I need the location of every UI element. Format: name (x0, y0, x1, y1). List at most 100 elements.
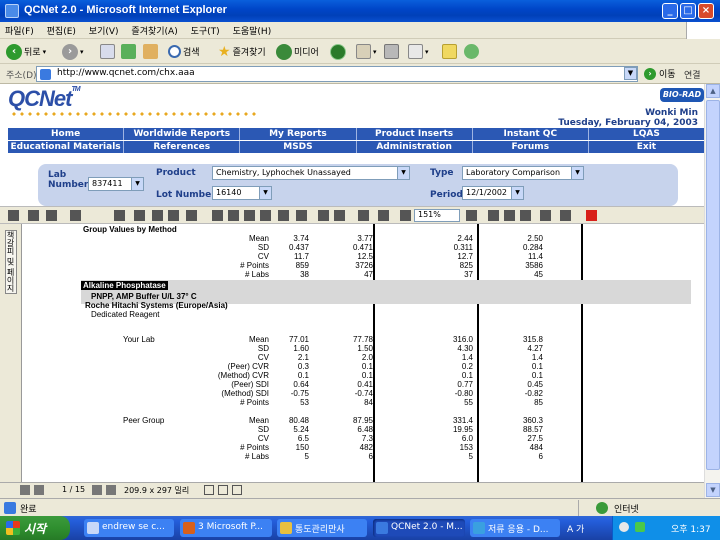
back-view-icon[interactable] (278, 210, 289, 221)
maximize-button[interactable]: □ (680, 3, 696, 19)
scroll-down-icon[interactable]: ▼ (706, 483, 720, 497)
page-indicator[interactable]: 1 / 15 (62, 485, 85, 494)
nav-references[interactable]: References (124, 141, 241, 153)
zoom-in-icon[interactable] (466, 210, 477, 221)
nav-educational-materials[interactable]: Educational Materials (8, 141, 125, 153)
facing-icon[interactable] (232, 485, 242, 495)
bookmarks-tab[interactable]: 책갈피 및 페이지 (5, 230, 17, 294)
forward-view-icon[interactable] (296, 210, 307, 221)
mail-button[interactable]: ▾ (356, 42, 377, 61)
bookmark-panel-icon[interactable] (186, 210, 197, 221)
last-page-icon[interactable] (106, 485, 116, 495)
task-button[interactable]: 3 Microsoft P... (180, 519, 272, 537)
refresh-button[interactable] (121, 42, 136, 61)
stat-value: 77.78 (352, 335, 373, 344)
next-page-icon[interactable] (92, 485, 102, 495)
single-page-icon[interactable] (204, 485, 214, 495)
address-input[interactable]: http://www.qcnet.com/chx.aaa (36, 66, 638, 82)
next-page-icon[interactable] (244, 210, 255, 221)
nav-msds[interactable]: MSDS (240, 141, 357, 153)
favorites-button[interactable]: ★ 즐겨찾기 (218, 42, 266, 61)
hand-tool-icon[interactable] (318, 210, 329, 221)
copy-icon[interactable] (134, 210, 145, 221)
undo-icon[interactable] (70, 210, 81, 221)
product-select[interactable]: Chemistry, Lyphochek Unassayed ▼ (212, 166, 410, 180)
address-dropdown-icon[interactable]: ▼ (624, 67, 637, 80)
previous-page-icon[interactable] (34, 485, 44, 495)
vertical-scrollbar[interactable]: ▲ ▼ (704, 84, 720, 498)
continuous-icon[interactable] (218, 485, 228, 495)
zoom-tool-icon[interactable] (334, 210, 345, 221)
period-select[interactable]: 12/1/2002 ▼ (462, 186, 524, 200)
nav-administration[interactable]: Administration (357, 141, 473, 153)
nav-worldwide-reports[interactable]: Worldwide Reports (124, 128, 241, 140)
ime-indicator[interactable]: A 가 (567, 522, 584, 535)
actual-size-icon[interactable] (488, 210, 499, 221)
scroll-thumb[interactable] (706, 100, 720, 470)
lab-number-select[interactable]: 837411 ▼ (88, 177, 144, 191)
task-button[interactable]: 통도관리만사 (277, 519, 367, 537)
email-icon[interactable] (46, 210, 57, 221)
search-button[interactable]: 검색 (168, 42, 200, 61)
save-icon[interactable] (8, 210, 19, 221)
select-text-icon[interactable] (152, 210, 163, 221)
menu-help[interactable]: 도움말(H) (228, 22, 277, 39)
fit-width-icon[interactable] (520, 210, 531, 221)
home-icon (143, 44, 158, 59)
close-button[interactable]: × (698, 3, 714, 19)
task-button-active[interactable]: QCNet 2.0 - M... (373, 519, 465, 537)
go-label: 이동 (659, 70, 676, 80)
table-icon[interactable] (168, 210, 179, 221)
menu-favorites[interactable]: 즐겨찾기(A) (126, 22, 182, 39)
history-button[interactable] (330, 42, 346, 61)
rotate-icon[interactable] (540, 210, 551, 221)
nav-home[interactable]: Home (8, 128, 125, 140)
task-button[interactable]: endrew se c... (84, 519, 174, 537)
edit-button[interactable]: ▾ (408, 42, 429, 61)
first-page-icon[interactable] (20, 485, 30, 495)
previous-page-icon[interactable] (228, 210, 239, 221)
links-button[interactable]: 연결 (684, 68, 701, 81)
menu-tools[interactable]: 도구(T) (186, 22, 225, 39)
stop-button[interactable] (100, 42, 115, 61)
peer-group-label: Peer Group (123, 416, 165, 425)
home-button[interactable] (143, 42, 158, 61)
fit-page-icon[interactable] (504, 210, 515, 221)
qcnet-logo[interactable]: QCNetTM (8, 86, 81, 112)
media-button[interactable]: 미디어 (276, 42, 319, 61)
nav-product-inserts[interactable]: Product Inserts (357, 128, 473, 140)
nav-my-reports[interactable]: My Reports (240, 128, 357, 140)
tray-icon[interactable] (635, 522, 645, 532)
discuss-button[interactable] (442, 42, 457, 61)
menu-view[interactable]: 보기(V) (84, 22, 124, 39)
type-select[interactable]: Laboratory Comparison ▼ (462, 166, 584, 180)
nav-exit[interactable]: Exit (589, 141, 704, 153)
minimize-button[interactable]: _ (662, 3, 678, 19)
find-icon[interactable] (114, 210, 125, 221)
zoom-select[interactable]: 151% (414, 209, 460, 222)
messenger-button[interactable] (464, 42, 479, 61)
nav-instant-qc[interactable]: Instant QC (473, 128, 589, 140)
tray-icon[interactable] (619, 522, 629, 532)
forward-button[interactable]: › ▾ (62, 42, 84, 61)
go-button[interactable]: › 이동 (644, 67, 676, 80)
nav-lqas[interactable]: LQAS (589, 128, 704, 140)
snapshot-icon[interactable] (378, 210, 389, 221)
lot-number-select[interactable]: 16140 ▼ (212, 186, 272, 200)
stat-value: 0.1 (461, 371, 473, 380)
print-button[interactable] (384, 42, 399, 61)
start-button[interactable]: 시작 (0, 516, 70, 540)
zoom-out-icon[interactable] (400, 210, 411, 221)
print-icon[interactable] (28, 210, 39, 221)
scroll-up-icon[interactable]: ▲ (706, 84, 720, 98)
stat-value: 87.95 (352, 416, 373, 425)
last-page-icon[interactable] (260, 210, 271, 221)
back-button[interactable]: ‹ 뒤로 ▾ (6, 42, 46, 61)
help-icon[interactable] (560, 210, 571, 221)
menu-file[interactable]: 파일(F) (0, 22, 39, 39)
nav-forums[interactable]: Forums (473, 141, 589, 153)
task-button[interactable]: 저류 응용 - D... (470, 519, 560, 537)
menu-edit[interactable]: 편집(E) (42, 22, 81, 39)
text-select-icon[interactable] (358, 210, 369, 221)
first-page-icon[interactable] (212, 210, 223, 221)
